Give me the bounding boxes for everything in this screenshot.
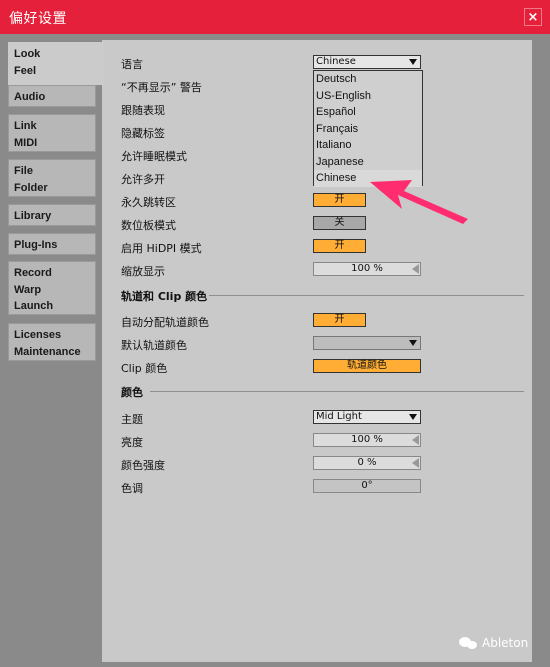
tab-label: Warp bbox=[14, 283, 42, 296]
allow-sleep-label: 允许睡眠模式 bbox=[121, 150, 187, 163]
tab-label: Plug-Ins bbox=[14, 239, 58, 251]
title-bar: 偏好设置 × bbox=[0, 0, 550, 34]
theme-select[interactable]: Mid Light bbox=[313, 410, 421, 424]
tab-label: File bbox=[14, 165, 33, 177]
slider-triangle-icon bbox=[412, 435, 419, 445]
tab-record-warp-launch[interactable]: Record Warp Launch bbox=[8, 261, 96, 315]
chevron-down-icon bbox=[409, 59, 417, 65]
language-option[interactable]: US-English bbox=[314, 88, 422, 105]
dont-show-again-label: “不再显示” 警告 bbox=[121, 81, 202, 94]
hide-labels-label: 隐藏标签 bbox=[121, 127, 165, 140]
intensity-slider[interactable]: 0 % bbox=[313, 456, 421, 470]
language-options-list: Deutsch US-English Español Français Ital… bbox=[313, 70, 423, 187]
default-track-color-label: 默认轨道颜色 bbox=[121, 339, 187, 352]
tab-link-midi[interactable]: Link MIDI bbox=[8, 114, 96, 152]
brightness-value: 100 % bbox=[351, 434, 383, 445]
default-track-color-select[interactable] bbox=[313, 336, 421, 350]
auto-assign-label: 自动分配轨道颜色 bbox=[121, 316, 209, 329]
tab-file-folder[interactable]: File Folder bbox=[8, 159, 96, 197]
tab-label: Licenses bbox=[14, 329, 62, 341]
language-select[interactable]: Chinese bbox=[313, 55, 421, 69]
tab-plug-ins[interactable]: Plug-Ins bbox=[8, 233, 96, 255]
chevron-down-icon bbox=[409, 340, 417, 346]
tablet-mode-toggle[interactable]: 关 bbox=[313, 216, 366, 230]
language-option[interactable]: Japanese bbox=[314, 154, 422, 171]
tab-label: Maintenance bbox=[14, 345, 81, 358]
tab-label: Audio bbox=[14, 91, 46, 103]
watermark: Ableton bbox=[458, 636, 528, 650]
hue-label: 色调 bbox=[121, 482, 143, 495]
clip-color-button[interactable]: 轨道颜色 bbox=[313, 359, 421, 373]
zoom-label: 缩放显示 bbox=[121, 265, 165, 278]
language-select-value: Chinese bbox=[316, 56, 356, 67]
intensity-value: 0 % bbox=[357, 457, 377, 468]
hidpi-label: 启用 HiDPI 模式 bbox=[121, 242, 202, 255]
tab-label: Look bbox=[14, 48, 41, 60]
language-option[interactable]: Deutsch bbox=[314, 71, 422, 88]
language-option[interactable]: Español bbox=[314, 104, 422, 121]
sidebar: Look Feel Audio Link MIDI File Folder Li… bbox=[0, 34, 104, 667]
colors-heading: 颜色 bbox=[121, 386, 143, 399]
tab-label: Record bbox=[14, 267, 52, 279]
window-title: 偏好设置 bbox=[9, 11, 67, 27]
slider-triangle-icon bbox=[412, 458, 419, 468]
tab-label: Feel bbox=[14, 64, 37, 77]
tab-label: MIDI bbox=[14, 136, 38, 149]
section-divider bbox=[150, 391, 524, 392]
intensity-label: 颜色强度 bbox=[121, 459, 165, 472]
theme-label: 主题 bbox=[121, 413, 143, 426]
language-option[interactable]: Italiano bbox=[314, 137, 422, 154]
tab-library[interactable]: Library bbox=[8, 204, 96, 226]
tab-audio[interactable]: Audio bbox=[8, 85, 96, 107]
language-label: 语言 bbox=[121, 58, 143, 71]
allow-multi-label: 允许多开 bbox=[121, 173, 165, 186]
brightness-slider[interactable]: 100 % bbox=[313, 433, 421, 447]
tab-label: Link bbox=[14, 120, 37, 132]
follow-label: 跟随表现 bbox=[121, 104, 165, 117]
slider-triangle-icon bbox=[412, 264, 419, 274]
tab-label: Folder bbox=[14, 181, 48, 194]
language-option[interactable]: Français bbox=[314, 121, 422, 138]
tab-label: Launch bbox=[14, 300, 54, 312]
tab-licenses-maintenance[interactable]: Licenses Maintenance bbox=[8, 323, 96, 361]
brightness-label: 亮度 bbox=[121, 436, 143, 449]
close-button[interactable]: × bbox=[524, 8, 542, 26]
section-divider bbox=[209, 295, 524, 296]
theme-select-value: Mid Light bbox=[316, 411, 362, 422]
watermark-text: Ableton bbox=[482, 636, 529, 650]
chat-bubble-icon bbox=[459, 637, 477, 649]
hue-slider[interactable]: 0° bbox=[313, 479, 421, 493]
hue-value: 0° bbox=[361, 480, 373, 491]
zoom-value: 100 % bbox=[351, 263, 383, 274]
tab-look-feel[interactable]: Look Feel bbox=[8, 42, 104, 85]
hidpi-toggle[interactable]: 开 bbox=[313, 239, 366, 253]
clip-color-label: Clip 颜色 bbox=[121, 362, 168, 375]
zoom-slider[interactable]: 100 % bbox=[313, 262, 421, 276]
language-option-selected[interactable]: Chinese bbox=[314, 170, 422, 187]
tab-label: Library bbox=[14, 210, 52, 222]
permanent-scrub-toggle[interactable]: 开 bbox=[313, 193, 366, 207]
auto-assign-toggle[interactable]: 开 bbox=[313, 313, 366, 327]
permanent-scrub-label: 永久跳转区 bbox=[121, 196, 176, 209]
track-clip-colors-heading: 轨道和 Clip 颜色 bbox=[121, 290, 208, 303]
chevron-down-icon bbox=[409, 414, 417, 420]
tablet-mode-label: 数位板模式 bbox=[121, 219, 176, 232]
